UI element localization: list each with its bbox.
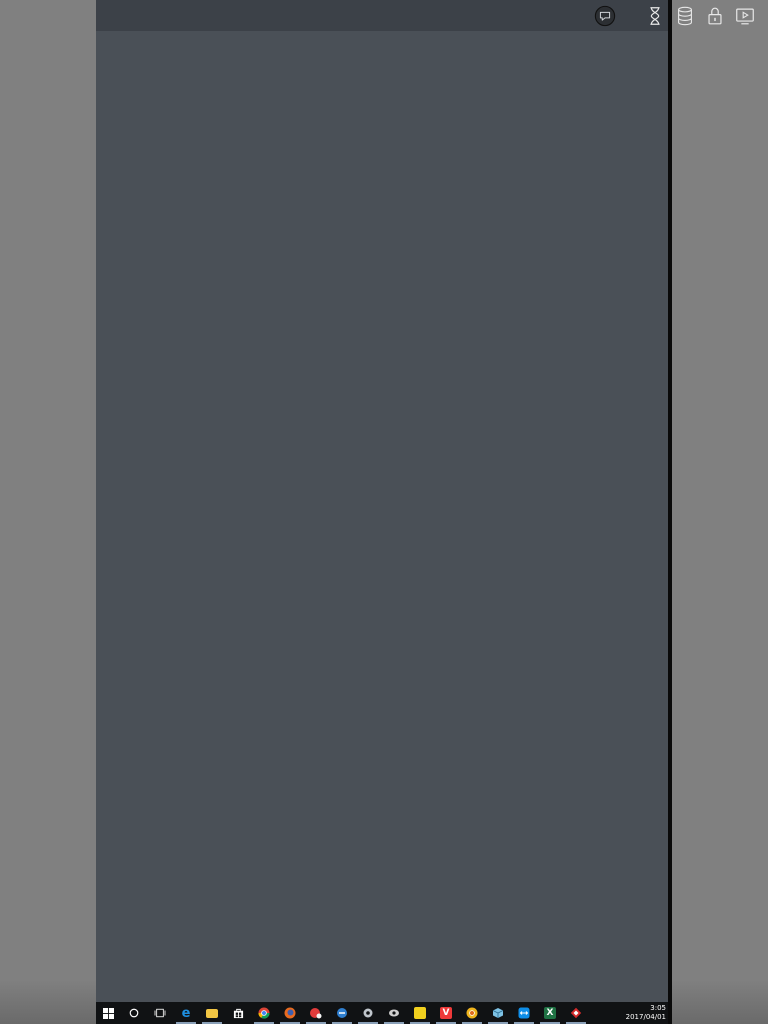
database-icon[interactable] [673, 4, 697, 28]
left-margin-bottom [0, 980, 96, 1024]
file-explorer-icon [206, 1008, 218, 1018]
clock-time: 3:05 [650, 1004, 666, 1012]
taskbar-app-excel[interactable]: X [538, 1002, 562, 1024]
taskbar-app-edge[interactable]: e [174, 1002, 198, 1024]
left-margin-top [0, 0, 96, 31]
system-clock[interactable]: 3:05 2017/04/01 [626, 1004, 666, 1022]
chrome-icon [258, 1007, 270, 1019]
task-view-button[interactable] [148, 1002, 172, 1024]
start-icon [102, 1007, 114, 1019]
right-margin [672, 31, 768, 1024]
task-view-icon [154, 1008, 166, 1018]
hourglass-icon[interactable] [643, 4, 667, 28]
screen-divider [668, 0, 672, 1024]
taskbar-app-diamond[interactable] [564, 1002, 588, 1024]
remote-desktop-area[interactable] [96, 31, 668, 1002]
taskbar-app-gear[interactable] [356, 1002, 380, 1024]
vivaldi-icon: V [440, 1007, 452, 1019]
taskbar-app-chrome-canary[interactable] [460, 1002, 484, 1024]
edge-icon: e [181, 1005, 191, 1021]
cortana-icon [129, 1008, 139, 1018]
windows-taskbar: e V X 3:05 2017/04/01 [96, 1002, 668, 1024]
app-blue-icon [337, 1008, 347, 1018]
taskbar-app-yellow[interactable] [408, 1002, 432, 1024]
screen-play-icon[interactable] [733, 4, 757, 28]
cortana-button[interactable] [122, 1002, 146, 1024]
app-gear-icon [363, 1008, 373, 1018]
taskbar-app-teamviewer[interactable] [512, 1002, 536, 1024]
app-eye-icon [389, 1009, 399, 1017]
excel-icon: X [544, 1007, 556, 1019]
taskbar-app-firefox[interactable] [278, 1002, 302, 1024]
chrome-canary-icon [466, 1007, 478, 1019]
taskbar-app-eye[interactable] [382, 1002, 406, 1024]
app-cube-icon [492, 1008, 504, 1018]
remote-screen-header [96, 0, 668, 31]
clock-date: 2017/04/01 [625, 1013, 666, 1021]
taskbar-app-store[interactable] [226, 1002, 250, 1024]
left-margin [0, 31, 96, 1024]
app-diamond-icon [570, 1007, 582, 1019]
right-margin-bottom [672, 980, 768, 1024]
app-yellow-icon [414, 1007, 426, 1019]
chat-bubble-icon[interactable] [593, 4, 617, 28]
taskbar-app-chrome[interactable] [252, 1002, 276, 1024]
teamviewer-icon [518, 1007, 530, 1019]
taskbar-app-blue[interactable] [330, 1002, 354, 1024]
start-button[interactable] [96, 1002, 120, 1024]
taskbar-app-cube[interactable] [486, 1002, 510, 1024]
taskbar-app-vivaldi[interactable]: V [434, 1002, 458, 1024]
taskbar-app-file-explorer[interactable] [200, 1002, 224, 1024]
firefox-icon [284, 1007, 296, 1019]
taskbar-app-red[interactable] [304, 1002, 328, 1024]
store-icon [233, 1008, 243, 1018]
lock-icon[interactable] [703, 4, 727, 28]
app-red-icon [310, 1008, 322, 1019]
